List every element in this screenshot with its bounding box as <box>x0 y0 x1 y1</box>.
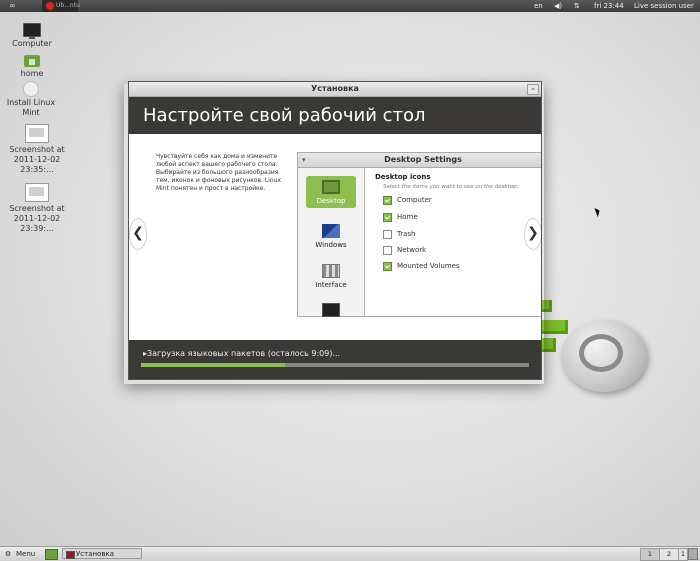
desktop-settings-preview: ▾ Desktop Settings Desktop Windows Inter… <box>297 152 541 317</box>
sidebar-item-label: Interface <box>315 281 347 289</box>
checkbox-label: Trash <box>397 230 416 238</box>
keyboard-layout-indicator[interactable]: en <box>534 0 543 12</box>
top-panel: ∞ Ub...ntu en ◀) ⇅ fri 23:44 Live sessio… <box>0 0 700 12</box>
settings-main-panel: Desktop icons Select the items you want … <box>365 168 541 316</box>
mint-logo-icon <box>561 320 647 392</box>
network-icon[interactable]: ⇅ <box>574 0 580 12</box>
terminal-icon <box>322 303 340 317</box>
section-title: Desktop icons <box>375 173 431 181</box>
window-titlebar[interactable]: Установка – <box>129 82 541 97</box>
section-hint: Select the items you want to see on the … <box>383 184 519 190</box>
checkbox-checked[interactable] <box>383 195 392 205</box>
loop-icon[interactable]: ∞ <box>9 0 16 12</box>
image-file-icon <box>25 124 49 143</box>
clock[interactable]: fri 23:44 <box>594 0 624 12</box>
taskbar-item-installer[interactable]: Установка <box>62 548 142 559</box>
checkbox-mounted-volumes[interactable]: Mounted Volumes <box>383 261 460 271</box>
minimize-button[interactable]: – <box>527 84 539 95</box>
slideshow-area: Чувствуйте себя как дома и измените любо… <box>129 134 541 340</box>
chevron-down-icon: ▾ <box>302 156 306 164</box>
desktop-icon-label: Install Linux Mint <box>6 98 56 117</box>
bottom-panel: ⚙ Menu Установка 1 2 1 <box>0 546 700 561</box>
image-file-icon <box>25 183 49 202</box>
windows-icon <box>322 224 340 238</box>
checkbox-unchecked[interactable] <box>383 245 392 255</box>
install-status-bar: ▸Загрузка языковых пакетов (осталось 9:0… <box>129 340 541 379</box>
volume-icon[interactable]: ◀) <box>554 0 562 12</box>
checkbox-unchecked[interactable] <box>383 229 392 239</box>
checkbox-label: Network <box>397 246 427 254</box>
settings-sidebar: Desktop Windows Interface <box>298 168 365 317</box>
installer-window-icon <box>66 551 75 559</box>
page-title: Настройте свой рабочий стол <box>129 97 541 134</box>
sidebar-item-label: Desktop <box>316 197 346 205</box>
checkbox-trash[interactable]: Trash <box>383 229 416 239</box>
workspace-button-3[interactable]: 1 <box>678 548 688 561</box>
installer-window: Установка – Настройте свой рабочий стол … <box>128 81 542 380</box>
desktop-icon-screenshot-2[interactable]: Screenshot at 2011-12-02 23:39:... <box>2 183 72 234</box>
desktop-icon-label: home <box>20 69 44 78</box>
desktop-icon-computer[interactable]: Computer <box>2 23 62 49</box>
session-user-menu[interactable]: Live session user <box>634 0 694 12</box>
desktop-icon-screenshot-1[interactable]: Screenshot at 2011-12-02 23:35:... <box>2 124 72 175</box>
sidebar-item-windows[interactable]: Windows <box>306 224 356 249</box>
taskbar-app-label: Ub...ntu <box>56 2 80 9</box>
desktop-icon <box>322 180 340 194</box>
checkbox-network[interactable]: Network <box>383 245 426 255</box>
workspace-button-1[interactable]: 1 <box>640 548 660 561</box>
checkbox-label: Home <box>397 213 418 221</box>
desktop-icon-label: Computer <box>12 39 52 48</box>
checkbox-home[interactable]: Home <box>383 212 418 222</box>
checkbox-checked[interactable] <box>383 261 392 271</box>
app-icon <box>46 2 54 10</box>
menu-label: Menu <box>16 550 36 558</box>
desktop-icon-home[interactable]: home <box>2 55 62 79</box>
workspace-button-2[interactable]: 2 <box>659 548 679 561</box>
desktop-icon-install[interactable]: Install Linux Mint <box>2 81 60 118</box>
install-progress-bar <box>141 363 529 367</box>
computer-icon <box>23 23 41 39</box>
trash-icon[interactable] <box>688 548 698 560</box>
previous-slide-button[interactable]: ❮ <box>129 218 147 250</box>
home-folder-icon <box>24 55 40 67</box>
taskbar-app-button[interactable]: Ub...ntu <box>42 0 80 12</box>
install-disc-icon <box>23 81 39 97</box>
desktop-settings-titlebar: ▾ Desktop Settings <box>298 153 541 168</box>
install-progress-fill <box>141 363 285 367</box>
sidebar-item-desktop[interactable]: Desktop <box>306 176 356 208</box>
menu-button[interactable]: ⚙ Menu <box>4 548 39 560</box>
desktop-icon-label: Screenshot at 2011-12-02 23:35:... <box>9 145 65 174</box>
sidebar-item-interface[interactable]: Interface <box>306 264 356 289</box>
checkbox-checked[interactable] <box>383 212 392 222</box>
checkbox-computer[interactable]: Computer <box>383 195 432 205</box>
sidebar-item-label: Windows <box>315 241 347 249</box>
install-status-text: ▸Загрузка языковых пакетов (осталось 9:0… <box>143 349 341 358</box>
desktop-icon-label: Screenshot at 2011-12-02 23:39:... <box>9 204 65 233</box>
desktop-settings-title: Desktop Settings <box>384 155 462 164</box>
taskbar-item-label: Установка <box>76 550 114 558</box>
checkbox-label: Mounted Volumes <box>397 262 460 270</box>
show-desktop-button[interactable] <box>45 549 58 560</box>
checkbox-label: Computer <box>397 196 432 204</box>
sidebar-item-terminal[interactable] <box>306 303 356 320</box>
gear-icon: ⚙ <box>4 550 12 558</box>
next-slide-button[interactable]: ❯ <box>524 218 541 250</box>
mouse-cursor-icon <box>594 206 602 218</box>
window-title: Установка <box>311 84 359 93</box>
interface-icon <box>322 264 340 278</box>
slide-description: Чувствуйте себя как дома и измените любо… <box>156 153 282 192</box>
